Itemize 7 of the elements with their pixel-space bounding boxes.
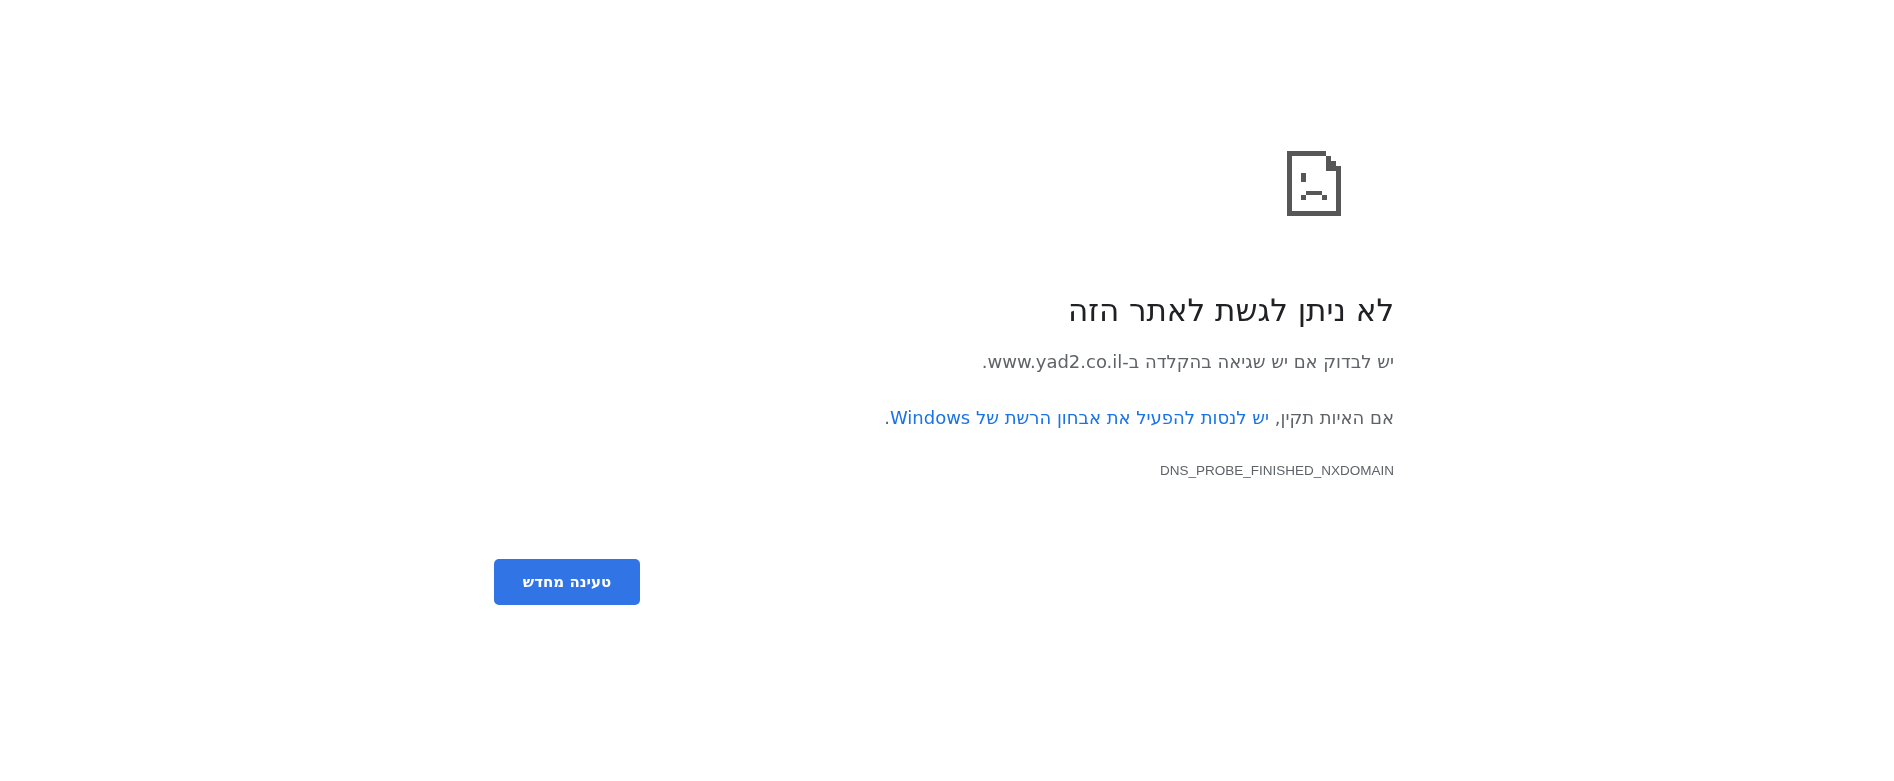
error-description: יש לבדוק אם יש שגיאה בהקלדה ב-www.yad2.co.il. [980, 350, 1394, 374]
suggestion-text: אם האיות תקין, יש לנסות להפעיל את אבחון הרשת של Windows. [883, 406, 1394, 430]
diagnostics-link[interactable]: יש לנסות להפעיל את אבחון הרשת של Windows [889, 407, 1270, 428]
error-code: DNS_PROBE_FINISHED_NXDOMAIN [1158, 462, 1394, 480]
error-title: לא ניתן לגשת לאתר הזה [1066, 291, 1394, 330]
reload-button[interactable]: טעינה מחדש [494, 559, 640, 605]
sad-page-icon [1287, 151, 1341, 216]
